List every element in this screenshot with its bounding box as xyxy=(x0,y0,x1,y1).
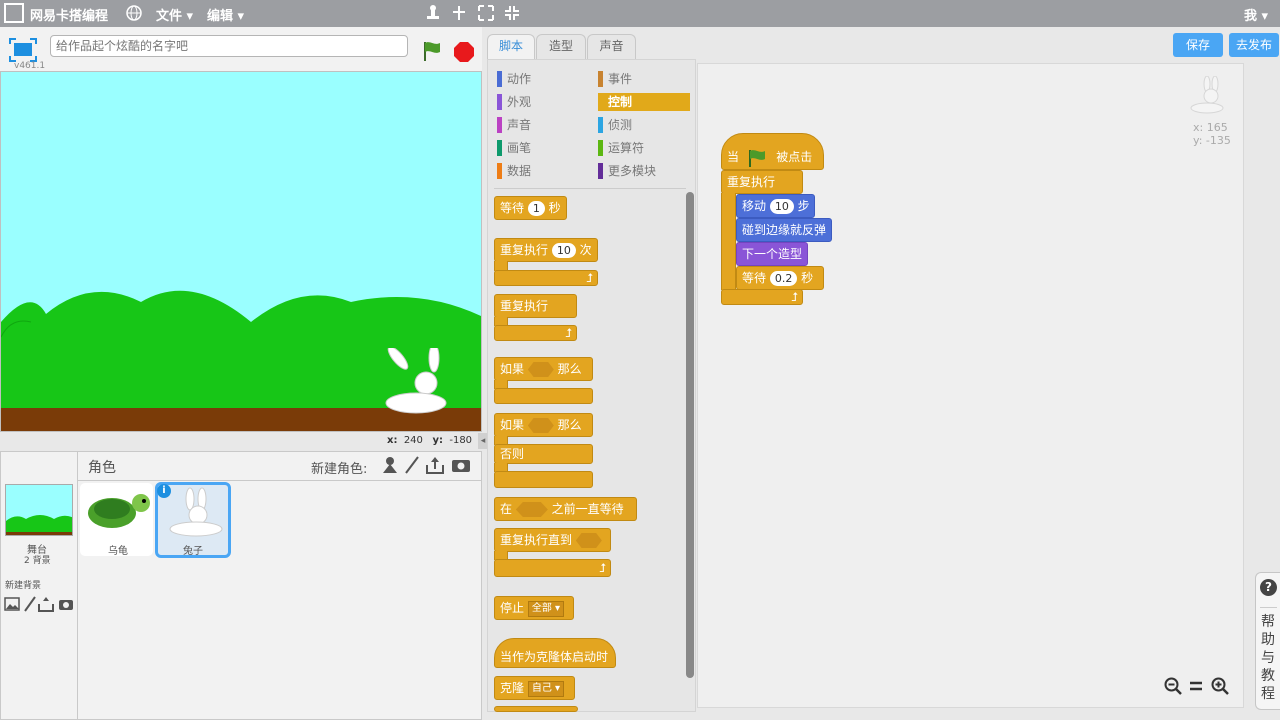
block-repeat[interactable]: 重复执行 10 次 xyxy=(494,238,598,262)
backdrop-library-icon[interactable] xyxy=(4,597,20,611)
block-repeat-foot: ⮥ xyxy=(494,270,598,286)
category-motion[interactable]: 动作 xyxy=(497,70,589,88)
project-title-input[interactable]: 给作品起个炫酷的名字吧 xyxy=(50,35,408,57)
help-icon: ? xyxy=(1260,579,1277,596)
zoom-in-icon[interactable] xyxy=(1211,677,1229,695)
block-if-foot xyxy=(494,388,593,404)
paint-brush-icon[interactable] xyxy=(403,455,421,475)
block-wait-until[interactable]: 在 之前一直等待 xyxy=(494,497,637,521)
help-label: 帮助与教程 xyxy=(1261,614,1275,702)
sprite-name: 乌龟 xyxy=(108,546,128,557)
block-stop[interactable]: 停止 全部 ▾ xyxy=(494,596,574,620)
shrink-icon[interactable] xyxy=(503,4,521,22)
script-next-costume[interactable]: 下一个造型 xyxy=(736,242,808,266)
block-create-clone[interactable]: 克隆 自己 ▾ xyxy=(494,676,575,700)
duplicate-stamp-icon[interactable] xyxy=(424,4,442,22)
upload-backdrop-icon[interactable] xyxy=(38,596,54,612)
block-repeat-until-foot: ⮥ xyxy=(494,559,611,577)
divider xyxy=(494,188,686,189)
tab-scripts[interactable]: 脚本 xyxy=(487,34,535,59)
edit-menu[interactable]: 编辑 ▾ xyxy=(207,5,244,24)
camera-icon[interactable] xyxy=(451,457,471,473)
sprite-library-icon[interactable] xyxy=(380,455,400,475)
script-move-steps[interactable]: 移动 10 步 xyxy=(736,194,815,218)
rabbit-sprite-image[interactable] xyxy=(376,348,456,418)
tab-sounds[interactable]: 声音 xyxy=(587,34,636,59)
stop-icon[interactable] xyxy=(453,41,475,63)
zoom-reset-icon[interactable] xyxy=(1189,680,1203,692)
sprite-thumbnail-turtle[interactable]: 乌龟 xyxy=(80,483,153,557)
stage-thumbnail[interactable] xyxy=(5,484,73,536)
paint-backdrop-icon[interactable] xyxy=(23,596,37,612)
block-forever[interactable]: 重复执行 xyxy=(494,294,577,318)
script-when-flag-clicked[interactable]: 当 被点击 xyxy=(721,133,824,170)
category-pen[interactable]: 画笔 xyxy=(497,139,589,157)
app-title: 网易卡搭编程 xyxy=(30,9,109,24)
publish-button[interactable]: 去发布 xyxy=(1229,33,1279,57)
block-wait[interactable]: 等待 1 秒 xyxy=(494,196,567,220)
category-sound[interactable]: 声音 xyxy=(497,116,589,134)
zoom-out-icon[interactable] xyxy=(1164,677,1182,695)
block-delete-clone-partial xyxy=(494,706,578,712)
script-wait[interactable]: 等待 0.2 秒 xyxy=(736,266,824,290)
version-label: v461.1 xyxy=(14,61,46,71)
block-else: 否则 xyxy=(494,444,593,464)
category-data[interactable]: 数据 xyxy=(497,162,589,180)
sprite-x-position: x: 165 xyxy=(1193,121,1228,134)
block-forever-foot: ⮥ xyxy=(494,325,577,341)
sprite-name: 兔子 xyxy=(183,546,203,557)
mouse-coordinates: x: 240 y: -180 xyxy=(387,435,473,446)
backdrop-count: 2 背景 xyxy=(24,556,51,566)
grow-icon[interactable] xyxy=(477,4,495,22)
script-forever-foot: ⮥ xyxy=(721,289,803,305)
green-flag-icon xyxy=(748,149,765,167)
block-repeat-until[interactable]: 重复执行直到 xyxy=(494,528,611,552)
new-backdrop-label: 新建背景 xyxy=(5,581,42,591)
sprite-y-position: y: -135 xyxy=(1193,134,1231,147)
palette-scrollbar[interactable] xyxy=(686,192,694,678)
user-menu[interactable]: 我 ▾ xyxy=(1244,5,1268,24)
divider xyxy=(78,480,482,481)
script-forever[interactable]: 重复执行 xyxy=(721,170,803,194)
cut-icon[interactable] xyxy=(450,4,468,22)
save-button[interactable]: 保存 xyxy=(1173,33,1223,57)
script-forever-arm xyxy=(721,193,736,290)
green-flag-icon[interactable] xyxy=(420,39,444,63)
upload-icon[interactable] xyxy=(425,455,445,475)
file-menu[interactable]: 文件 ▾ xyxy=(156,5,193,24)
category-looks[interactable]: 外观 xyxy=(497,93,589,111)
category-operators[interactable]: 运算符 xyxy=(598,139,690,157)
category-control[interactable]: 控制 xyxy=(598,93,690,111)
block-if-else-foot xyxy=(494,471,593,488)
block-if[interactable]: 如果 那么 xyxy=(494,357,593,381)
new-sprite-label: 新建角色: xyxy=(311,462,368,477)
sprites-header: 角色 xyxy=(88,460,116,476)
info-icon[interactable]: i xyxy=(157,484,171,498)
tab-costumes[interactable]: 造型 xyxy=(536,34,586,59)
stage-canvas[interactable] xyxy=(0,71,482,432)
globe-icon[interactable] xyxy=(125,4,143,22)
logo-icon xyxy=(4,3,24,23)
category-sensing[interactable]: 侦测 xyxy=(598,116,690,134)
divider xyxy=(1260,607,1277,608)
script-bounce[interactable]: 碰到边缘就反弹 xyxy=(736,218,832,242)
help-tutorial-tab[interactable]: ? 帮助与教程 xyxy=(1255,572,1280,710)
menu-bar: 网易卡搭编程 文件 ▾ 编辑 ▾ 我 ▾ xyxy=(0,0,1280,27)
fullscreen-icon[interactable] xyxy=(9,38,37,62)
category-more-blocks[interactable]: 更多模块 xyxy=(598,162,690,180)
category-events[interactable]: 事件 xyxy=(598,70,690,88)
block-when-clone-starts[interactable]: 当作为克隆体启动时 xyxy=(494,638,616,668)
sprite-preview-thumbnail xyxy=(1189,75,1229,116)
block-if-else[interactable]: 如果 那么 xyxy=(494,413,593,437)
divider xyxy=(77,452,78,720)
camera-backdrop-icon[interactable] xyxy=(58,598,74,611)
